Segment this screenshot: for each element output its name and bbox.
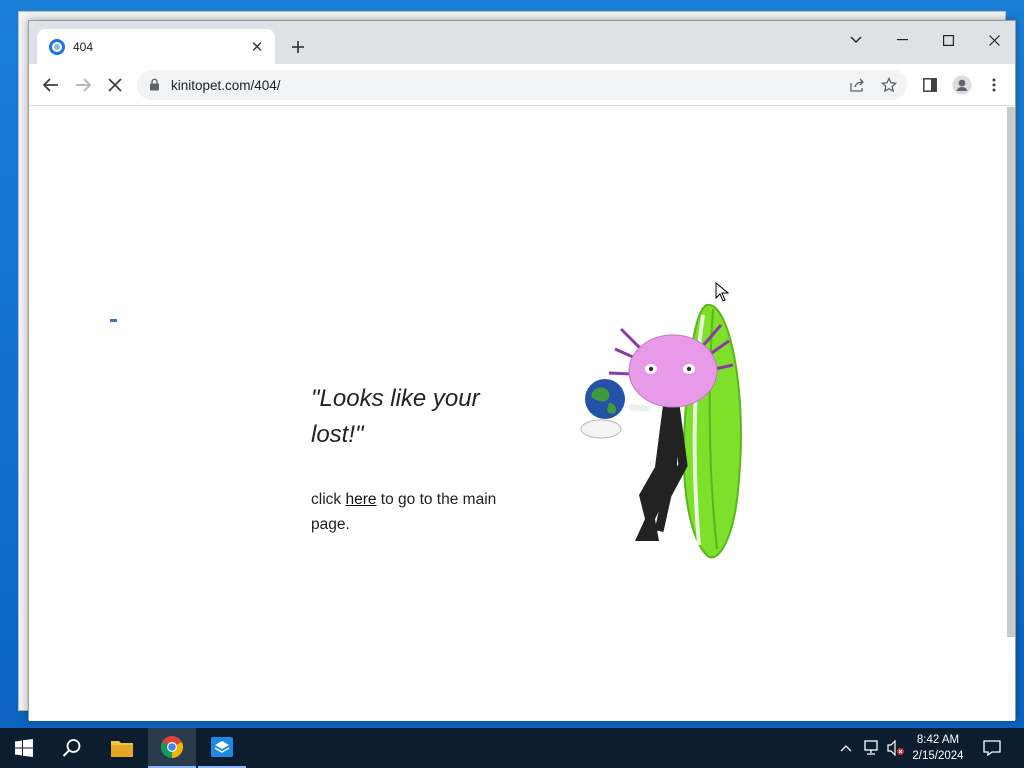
- chevron-up-icon: [840, 745, 852, 752]
- search-button[interactable]: [48, 728, 96, 768]
- browser-window: 404 ✕ kinitopet.com/404/ "Looks like you…: [28, 20, 1016, 721]
- notifications-button[interactable]: [972, 728, 1012, 768]
- windows-logo-icon: [15, 739, 33, 757]
- close-window-button[interactable]: [971, 25, 1017, 55]
- chrome-icon: [161, 736, 183, 758]
- star-icon: [881, 77, 897, 93]
- volume-muted-icon: [887, 740, 904, 756]
- share-icon: [850, 78, 864, 92]
- return-message: click here to go to the main page.: [311, 487, 531, 537]
- menu-button[interactable]: [980, 71, 1008, 99]
- tab-404[interactable]: 404 ✕: [37, 29, 275, 64]
- search-icon: [62, 739, 81, 757]
- stop-loading-button[interactable]: [101, 71, 129, 99]
- network-icon: [864, 740, 878, 755]
- tab-close-icon[interactable]: ✕: [247, 37, 267, 57]
- side-panel-button[interactable]: [916, 71, 944, 99]
- title-bar: 404 ✕: [29, 21, 1015, 64]
- clock[interactable]: 8:42 AM 2/15/2024: [906, 732, 970, 764]
- forward-button[interactable]: [69, 71, 97, 99]
- browser-toolbar: kinitopet.com/404/: [29, 64, 1015, 106]
- notification-icon: [983, 740, 1001, 756]
- side-panel-icon: [923, 78, 937, 92]
- profile-button[interactable]: [948, 71, 976, 99]
- file-explorer-button[interactable]: [98, 728, 146, 768]
- forward-arrow-icon: [76, 78, 91, 92]
- network-button[interactable]: [858, 728, 884, 768]
- click-prefix: click: [311, 491, 346, 508]
- minimize-icon: [896, 39, 908, 41]
- new-tab-button[interactable]: [285, 34, 311, 60]
- tab-search-button[interactable]: [833, 25, 879, 55]
- volume-button[interactable]: [884, 728, 908, 768]
- url-text[interactable]: kinitopet.com/404/: [171, 78, 281, 93]
- bookmark-button[interactable]: [878, 74, 900, 96]
- clock-date: 2/15/2024: [912, 750, 964, 762]
- error-quote: "Looks like your lost!": [311, 385, 480, 448]
- plus-icon: [292, 41, 304, 53]
- chevron-down-icon: [850, 36, 862, 43]
- back-arrow-icon: [43, 78, 58, 92]
- chrome-taskbar-button[interactable]: [148, 728, 196, 768]
- clock-time: 8:42 AM: [916, 734, 960, 746]
- folder-icon: [111, 741, 133, 757]
- loading-favicon-icon: [49, 38, 65, 55]
- address-bar[interactable]: kinitopet.com/404/: [137, 70, 907, 100]
- show-hidden-icons-button[interactable]: [834, 728, 858, 768]
- taskbar: 8:42 AM 2/15/2024: [0, 728, 1024, 768]
- stop-x-icon: [108, 78, 122, 92]
- page-scrollbar[interactable]: [1007, 107, 1015, 637]
- tab-title: 404: [73, 39, 94, 54]
- start-button[interactable]: [0, 728, 48, 768]
- lock-icon[interactable]: [149, 78, 160, 91]
- here-link[interactable]: here: [345, 491, 376, 508]
- maximize-button[interactable]: [925, 25, 971, 55]
- back-button[interactable]: [37, 71, 65, 99]
- loading-dash: [110, 319, 117, 322]
- share-button[interactable]: [846, 74, 868, 96]
- kinito-surfboard-illustration: [580, 303, 742, 559]
- minimize-button[interactable]: [879, 25, 925, 55]
- mouse-pointer-icon: [715, 282, 729, 302]
- app-taskbar-button[interactable]: [198, 728, 246, 768]
- profile-avatar-icon: [952, 75, 972, 95]
- page-content: "Looks like your lost!" click here to go…: [29, 107, 1015, 721]
- app-box-icon: [211, 737, 233, 757]
- maximize-icon: [942, 34, 954, 46]
- kebab-menu-icon: [992, 78, 996, 92]
- close-icon: [988, 34, 1000, 46]
